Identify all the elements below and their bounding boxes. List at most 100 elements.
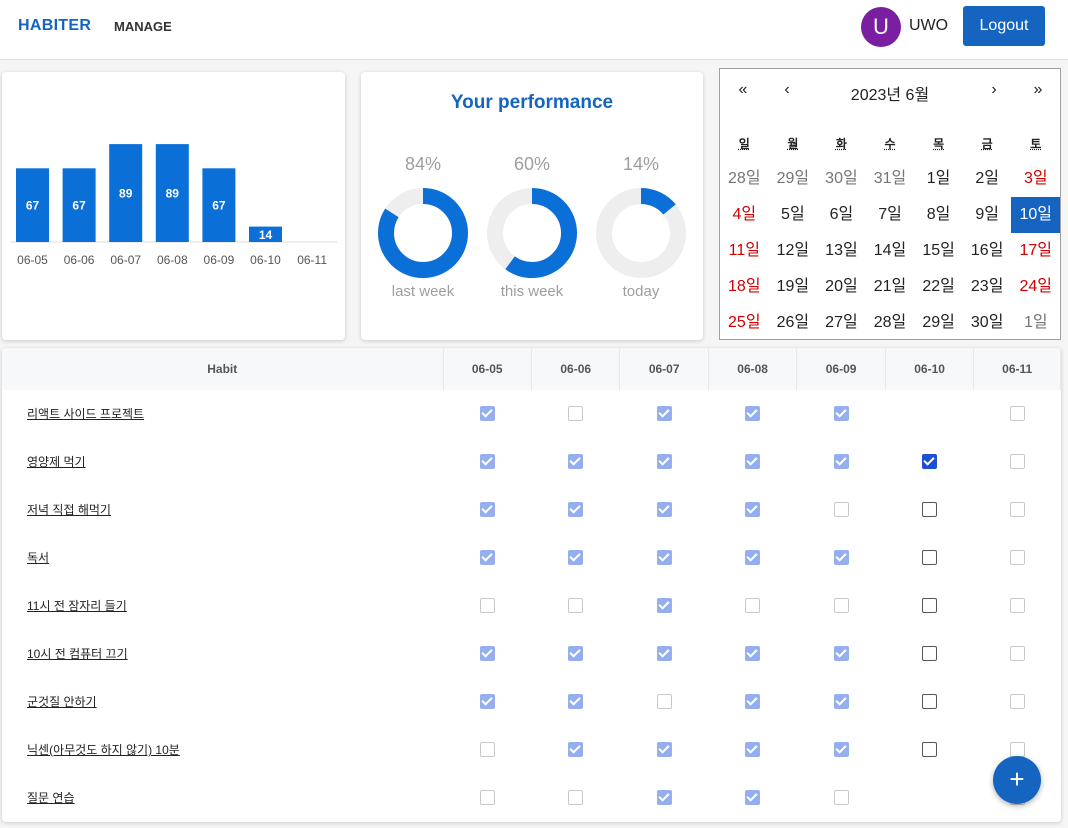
habit-checkbox[interactable]	[656, 454, 672, 470]
calendar-day[interactable]: 23일	[963, 269, 1012, 305]
habit-checkbox[interactable]	[656, 694, 672, 710]
habit-checkbox[interactable]	[656, 550, 672, 566]
habit-name-link[interactable]: 영양제 먹기	[27, 455, 86, 469]
habit-checkbox[interactable]	[656, 502, 672, 518]
habit-checkbox[interactable]	[745, 550, 761, 566]
calendar-day[interactable]: 11일	[720, 233, 769, 269]
habit-name-link[interactable]: 군것질 안하기	[27, 695, 97, 709]
calendar-day[interactable]: 22일	[914, 269, 963, 305]
habit-name-link[interactable]: 닉센(아무것도 하지 않기) 10분	[27, 743, 180, 757]
habit-checkbox[interactable]	[568, 454, 584, 470]
next-month-button[interactable]: ›	[979, 81, 1009, 99]
calendar-day[interactable]: 18일	[720, 269, 769, 305]
habit-checkbox[interactable]	[922, 742, 938, 758]
habit-checkbox[interactable]	[479, 742, 495, 758]
habit-checkbox[interactable]	[745, 454, 761, 470]
calendar-day[interactable]: 28일	[866, 305, 915, 341]
calendar-day[interactable]: 2일	[963, 161, 1012, 197]
habit-checkbox[interactable]	[1009, 694, 1025, 710]
habit-checkbox[interactable]	[833, 646, 849, 662]
habit-checkbox[interactable]	[568, 598, 584, 614]
habit-checkbox[interactable]	[656, 406, 672, 422]
nav-manage-link[interactable]: MANAGE	[114, 19, 172, 34]
habit-checkbox[interactable]	[656, 598, 672, 614]
calendar-day[interactable]: 7일	[866, 197, 915, 233]
calendar-day[interactable]: 12일	[769, 233, 818, 269]
habit-checkbox[interactable]	[479, 790, 495, 806]
habit-checkbox[interactable]	[656, 646, 672, 662]
habit-checkbox[interactable]	[479, 550, 495, 566]
calendar-day[interactable]: 9일	[963, 197, 1012, 233]
habit-checkbox[interactable]	[922, 646, 938, 662]
habit-checkbox[interactable]	[656, 790, 672, 806]
habit-name-link[interactable]: 독서	[27, 551, 49, 565]
calendar-day[interactable]: 5일	[769, 197, 818, 233]
calendar-day[interactable]: 6일	[817, 197, 866, 233]
calendar-day[interactable]: 30일	[817, 161, 866, 197]
habit-checkbox[interactable]	[568, 502, 584, 518]
calendar-day[interactable]: 27일	[817, 305, 866, 341]
habit-checkbox[interactable]	[922, 550, 938, 566]
calendar-title[interactable]: 2023년 6월	[790, 81, 990, 105]
calendar-day[interactable]: 25일	[720, 305, 769, 341]
calendar-day[interactable]: 29일	[914, 305, 963, 341]
habit-checkbox[interactable]	[479, 694, 495, 710]
calendar-day[interactable]: 3일	[1011, 161, 1060, 197]
calendar-day[interactable]: 14일	[866, 233, 915, 269]
add-habit-button[interactable]: +	[993, 756, 1041, 804]
habit-checkbox[interactable]	[833, 742, 849, 758]
habit-checkbox[interactable]	[833, 406, 849, 422]
habit-checkbox[interactable]	[745, 502, 761, 518]
habit-checkbox[interactable]	[833, 502, 849, 518]
habit-checkbox[interactable]	[745, 694, 761, 710]
calendar-day-selected[interactable]: 10일	[1011, 197, 1061, 233]
habit-checkbox[interactable]	[568, 790, 584, 806]
habit-checkbox[interactable]	[745, 790, 761, 806]
calendar-day[interactable]: 26일	[769, 305, 818, 341]
calendar-day[interactable]: 8일	[914, 197, 963, 233]
calendar-day[interactable]: 21일	[866, 269, 915, 305]
habit-name-link[interactable]: 리액트 사이드 프로젝트	[27, 407, 144, 421]
calendar-day[interactable]: 1일	[1011, 305, 1060, 341]
habit-checkbox[interactable]	[1009, 550, 1025, 566]
habit-checkbox[interactable]	[568, 694, 584, 710]
habit-name-link[interactable]: 저녁 직접 해먹기	[27, 503, 111, 517]
habit-checkbox[interactable]	[1009, 454, 1025, 470]
habit-checkbox[interactable]	[745, 646, 761, 662]
calendar-day[interactable]: 19일	[769, 269, 818, 305]
habit-checkbox[interactable]	[479, 454, 495, 470]
habit-checkbox[interactable]	[479, 406, 495, 422]
habit-checkbox[interactable]	[833, 790, 849, 806]
habit-checkbox[interactable]	[922, 598, 938, 614]
calendar-day[interactable]: 15일	[914, 233, 963, 269]
habit-checkbox[interactable]	[656, 742, 672, 758]
habit-name-link[interactable]: 질문 연습	[27, 791, 75, 805]
calendar-day[interactable]: 4일	[720, 197, 769, 233]
calendar-day[interactable]: 24일	[1011, 269, 1060, 305]
calendar-day[interactable]: 1일	[914, 161, 963, 197]
calendar-day[interactable]: 16일	[963, 233, 1012, 269]
habit-checkbox[interactable]	[833, 550, 849, 566]
habit-name-link[interactable]: 11시 전 잠자리 들기	[27, 599, 127, 613]
habit-checkbox[interactable]	[1009, 502, 1025, 518]
habit-checkbox[interactable]	[745, 406, 761, 422]
calendar-day[interactable]: 20일	[817, 269, 866, 305]
habit-checkbox[interactable]	[745, 742, 761, 758]
habit-checkbox[interactable]	[568, 742, 584, 758]
calendar-day[interactable]: 30일	[963, 305, 1012, 341]
habit-checkbox[interactable]	[922, 694, 938, 710]
habit-checkbox[interactable]	[833, 694, 849, 710]
brand-logo[interactable]: HABITER	[18, 17, 91, 35]
habit-checkbox[interactable]	[479, 646, 495, 662]
habit-checkbox[interactable]	[1009, 646, 1025, 662]
avatar[interactable]: U	[861, 7, 901, 47]
next-year-button[interactable]: »	[1023, 81, 1053, 99]
habit-checkbox[interactable]	[922, 454, 938, 470]
habit-checkbox[interactable]	[568, 406, 584, 422]
prev-year-button[interactable]: «	[728, 81, 758, 99]
habit-checkbox[interactable]	[833, 598, 849, 614]
habit-checkbox[interactable]	[1009, 406, 1025, 422]
habit-name-link[interactable]: 10시 전 컴퓨터 끄기	[27, 647, 128, 661]
habit-checkbox[interactable]	[568, 646, 584, 662]
calendar-day[interactable]: 31일	[866, 161, 915, 197]
